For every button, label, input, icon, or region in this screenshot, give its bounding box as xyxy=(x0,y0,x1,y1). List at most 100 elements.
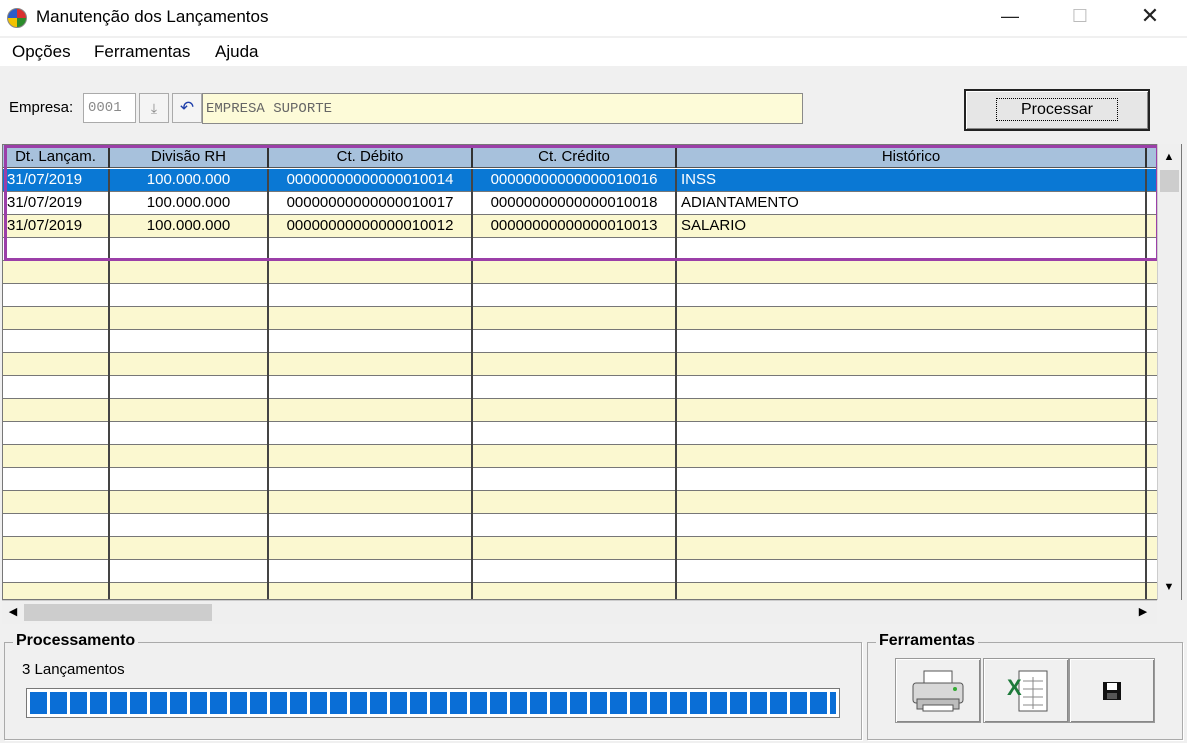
table-cell[interactable] xyxy=(269,422,473,445)
table-cell[interactable] xyxy=(3,560,110,583)
scroll-up-icon[interactable]: ▲ xyxy=(1158,146,1180,168)
table-cell[interactable] xyxy=(677,583,1147,599)
table-cell[interactable] xyxy=(110,261,269,284)
scroll-left-icon[interactable]: ◀ xyxy=(2,601,24,623)
table-cell[interactable] xyxy=(677,307,1147,330)
close-button[interactable]: ✕ xyxy=(1127,0,1173,34)
table-cell[interactable]: 00000000000000010013 xyxy=(473,215,677,238)
empty-table-row[interactable] xyxy=(3,537,1163,560)
table-cell[interactable] xyxy=(677,399,1147,422)
table-cell[interactable] xyxy=(3,284,110,307)
scroll-right-icon[interactable]: ▶ xyxy=(1132,601,1154,623)
table-cell[interactable] xyxy=(473,445,677,468)
table-cell[interactable]: 100.000.000 xyxy=(110,215,269,238)
table-cell[interactable] xyxy=(110,560,269,583)
empresa-code-field[interactable]: 0001 xyxy=(83,93,136,123)
table-cell[interactable] xyxy=(3,537,110,560)
table-cell[interactable]: INSS xyxy=(677,169,1147,192)
table-cell[interactable] xyxy=(269,238,473,261)
table-cell[interactable] xyxy=(3,307,110,330)
excel-export-button[interactable]: X xyxy=(983,658,1069,723)
table-cell[interactable] xyxy=(473,560,677,583)
table-cell[interactable]: 00000000000000010012 xyxy=(269,215,473,238)
table-cell[interactable] xyxy=(269,330,473,353)
table-cell[interactable] xyxy=(110,422,269,445)
table-cell[interactable]: 31/07/2019 xyxy=(3,192,110,215)
table-cell[interactable] xyxy=(3,583,110,599)
empty-table-row[interactable] xyxy=(3,238,1163,261)
empresa-name-field[interactable]: EMPRESA SUPORTE xyxy=(202,93,803,124)
table-cell[interactable] xyxy=(110,238,269,261)
table-cell[interactable] xyxy=(110,399,269,422)
table-cell[interactable] xyxy=(3,238,110,261)
col-header-dt[interactable]: Dt. Lançam. xyxy=(3,145,110,168)
table-cell[interactable] xyxy=(110,376,269,399)
table-cell[interactable] xyxy=(269,583,473,599)
table-cell[interactable] xyxy=(269,445,473,468)
table-cell[interactable]: 00000000000000010014 xyxy=(269,169,473,192)
table-cell[interactable] xyxy=(269,399,473,422)
table-cell[interactable] xyxy=(110,537,269,560)
maximize-button[interactable]: ☐ xyxy=(1057,0,1103,34)
menu-opcoes[interactable]: Opções xyxy=(12,42,71,62)
vertical-scroll-thumb[interactable] xyxy=(1160,170,1179,192)
table-cell[interactable] xyxy=(3,514,110,537)
empty-table-row[interactable] xyxy=(3,491,1163,514)
col-header-credito[interactable]: Ct. Crédito xyxy=(473,145,677,168)
table-cell[interactable]: 00000000000000010016 xyxy=(473,169,677,192)
scroll-down-icon[interactable]: ▼ xyxy=(1158,576,1180,598)
table-cell[interactable]: 31/07/2019 xyxy=(3,169,110,192)
table-cell[interactable] xyxy=(3,330,110,353)
empty-table-row[interactable] xyxy=(3,353,1163,376)
empty-table-row[interactable] xyxy=(3,261,1163,284)
empty-table-row[interactable] xyxy=(3,583,1163,599)
table-cell[interactable]: 100.000.000 xyxy=(110,192,269,215)
empty-table-row[interactable] xyxy=(3,376,1163,399)
table-cell[interactable] xyxy=(473,261,677,284)
empty-table-row[interactable] xyxy=(3,399,1163,422)
table-cell[interactable] xyxy=(473,491,677,514)
table-cell[interactable] xyxy=(110,284,269,307)
minimize-button[interactable]: — xyxy=(987,0,1033,34)
table-cell[interactable] xyxy=(110,353,269,376)
table-row[interactable]: 31/07/2019 100.000.000 0000000000000001001… xyxy=(3,215,1163,238)
table-cell[interactable] xyxy=(677,491,1147,514)
processar-button[interactable]: Processar xyxy=(964,89,1150,131)
table-cell[interactable] xyxy=(269,307,473,330)
print-button[interactable] xyxy=(895,658,981,723)
table-cell[interactable] xyxy=(110,445,269,468)
table-cell[interactable] xyxy=(269,560,473,583)
table-cell[interactable] xyxy=(3,376,110,399)
empty-table-row[interactable] xyxy=(3,330,1163,353)
table-cell[interactable]: SALARIO xyxy=(677,215,1147,238)
lancamentos-grid[interactable]: Dt. Lançam. Divisão RH Ct. Débito Ct. Cr… xyxy=(2,144,1182,600)
empty-table-row[interactable] xyxy=(3,445,1163,468)
table-cell[interactable] xyxy=(473,353,677,376)
col-header-debito[interactable]: Ct. Débito xyxy=(269,145,473,168)
table-cell[interactable] xyxy=(473,376,677,399)
table-cell[interactable] xyxy=(473,284,677,307)
menu-ferramentas[interactable]: Ferramentas xyxy=(94,42,190,62)
download-arrow-icon[interactable]: ⤓ xyxy=(139,93,169,123)
table-cell[interactable] xyxy=(110,491,269,514)
table-cell[interactable] xyxy=(110,307,269,330)
vertical-scrollbar[interactable]: ▲ ▼ xyxy=(1157,144,1181,600)
table-cell[interactable] xyxy=(269,353,473,376)
table-cell[interactable] xyxy=(269,514,473,537)
table-cell[interactable] xyxy=(677,284,1147,307)
table-cell[interactable] xyxy=(3,468,110,491)
table-cell[interactable]: 00000000000000010018 xyxy=(473,192,677,215)
table-cell[interactable] xyxy=(110,583,269,599)
table-cell[interactable]: ADIANTAMENTO xyxy=(677,192,1147,215)
table-row[interactable]: 31/07/2019 100.000.000 0000000000000001001… xyxy=(3,169,1163,192)
table-cell[interactable] xyxy=(473,307,677,330)
table-cell[interactable] xyxy=(269,284,473,307)
empty-table-row[interactable] xyxy=(3,307,1163,330)
table-cell[interactable] xyxy=(473,330,677,353)
table-cell[interactable]: 100.000.000 xyxy=(110,169,269,192)
table-cell[interactable] xyxy=(677,514,1147,537)
horizontal-scrollbar[interactable]: ◀ ▶ xyxy=(2,600,1157,624)
table-cell[interactable] xyxy=(110,468,269,491)
table-cell[interactable] xyxy=(677,261,1147,284)
empty-table-row[interactable] xyxy=(3,284,1163,307)
